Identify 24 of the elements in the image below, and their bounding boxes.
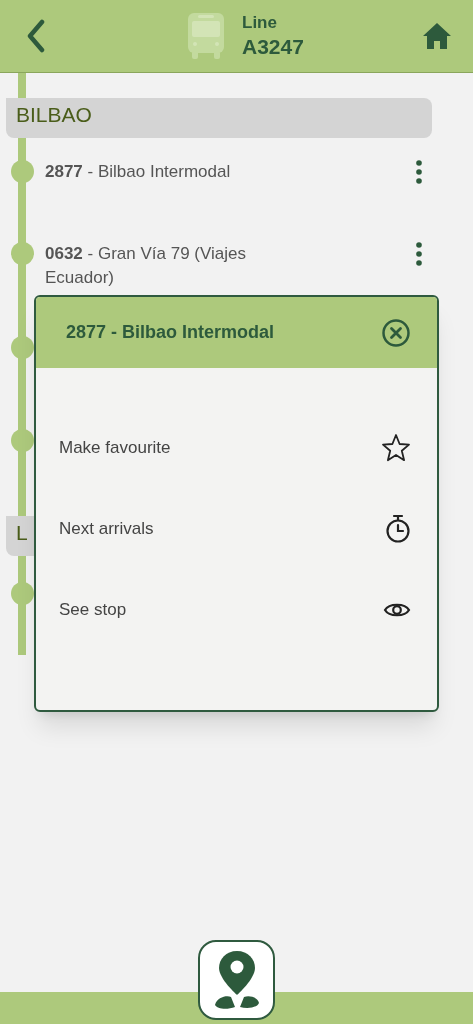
menu-item[interactable]: Make favourite [36, 424, 437, 472]
map-pin-icon [212, 949, 261, 1011]
menu-item[interactable]: Next arrivals [36, 505, 437, 553]
map-button[interactable] [198, 940, 275, 1020]
line-code: A3247 [242, 33, 304, 60]
home-button[interactable] [421, 20, 453, 52]
menu-item[interactable]: See stop [36, 586, 437, 634]
more-icon [416, 160, 422, 184]
section-title: BILBAO [16, 102, 92, 128]
section-title: L [16, 520, 28, 546]
home-icon [422, 22, 452, 50]
stopwatch-icon [385, 514, 411, 544]
bus-icon [186, 11, 226, 61]
stop-name[interactable]: 0632 - Gran Vía 79 (Viajes Ecuador) [45, 242, 305, 290]
line-label: Line [242, 12, 278, 34]
stop-name[interactable]: 2877 - Bilbao Intermodal [45, 160, 305, 184]
close-icon [381, 317, 411, 348]
more-button[interactable] [413, 159, 425, 185]
back-icon [26, 19, 46, 53]
popup-title: 2877 - Bilbao Intermodal [66, 321, 275, 344]
star-icon [381, 433, 411, 463]
more-icon [416, 242, 422, 266]
more-button[interactable] [413, 241, 425, 267]
close-button[interactable] [381, 317, 411, 348]
